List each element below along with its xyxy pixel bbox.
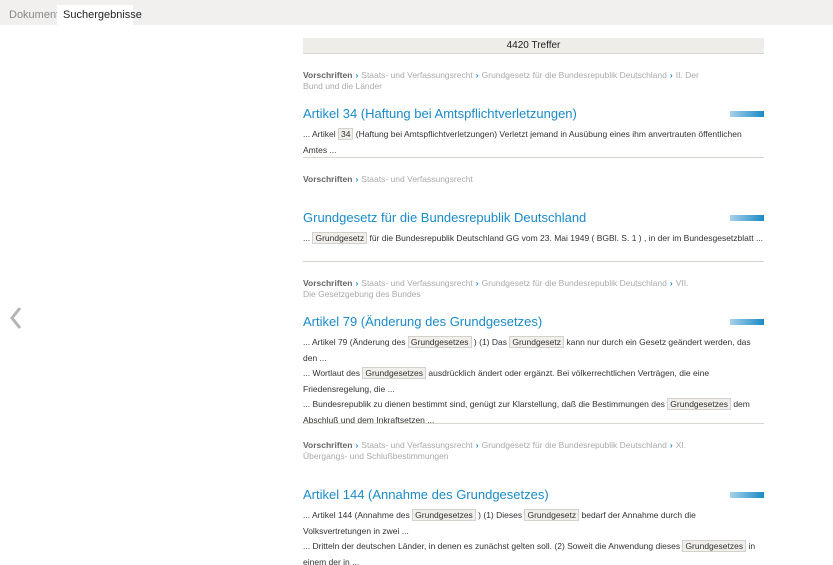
highlighted-term: Grundgesetz [312, 232, 368, 244]
snippet-text: (Haftung bei Amtspflichtverletzungen) Ve… [303, 129, 742, 155]
result-snippet: ... Artikel 79 (Änderung des Grundgesetz… [303, 335, 764, 428]
result-snippet: ... Grundgesetz für die Bundesrepublik D… [303, 231, 764, 247]
search-results: 4420 Treffer Vorschriften › Staats- und Ve… [303, 38, 764, 565]
breadcrumb-root[interactable]: Vorschriften [303, 70, 352, 80]
snippet-text: ... Wortlaut des [303, 368, 363, 378]
snippet-line: ... Artikel 34 (Haftung bei Amtspflichtv… [303, 127, 764, 158]
snippet-text: ... Artikel [303, 129, 338, 139]
result-title[interactable]: Grundgesetz für die Bundesrepublik Deuts… [303, 210, 586, 225]
breadcrumb-item[interactable]: Staats- und Verfassungsrecht [361, 174, 473, 184]
breadcrumb-item[interactable]: Staats- und Verfassungsrecht [361, 70, 473, 80]
relevance-bar [730, 319, 764, 325]
snippet-text: ... Artikel 79 (Änderung des [303, 337, 408, 347]
breadcrumb: Vorschriften › Staats- und Verfassungsrech… [303, 70, 699, 91]
result-snippet: ... Artikel 144 (Annahme des Grundgesetz… [303, 508, 764, 565]
highlighted-term: Grundgesetzes [407, 336, 472, 348]
snippet-line: ... Dritteln der deutschen Länder, in de… [303, 539, 764, 565]
snippet-line: ... Artikel 144 (Annahme des Grundgesetz… [303, 508, 764, 539]
breadcrumb-item[interactable]: Staats- und Verfassungsrecht [361, 440, 473, 450]
tab-bar: Dokument Suchergebnisse [0, 0, 833, 25]
snippet-line: ... Artikel 79 (Änderung des Grundgesetz… [303, 335, 764, 366]
divider [303, 157, 764, 158]
chevron-left-icon[interactable] [8, 304, 28, 332]
breadcrumb-root[interactable]: Vorschriften [303, 174, 352, 184]
snippet-text: ... Dritteln der deutschen Länder, in de… [303, 541, 683, 551]
tab-dokument[interactable]: Dokument [3, 5, 59, 25]
result-snippet: ... Artikel 34 (Haftung bei Amtspflichtv… [303, 127, 764, 158]
breadcrumb-root[interactable]: Vorschriften [303, 440, 352, 450]
highlighted-term: Grundgesetzes [667, 398, 731, 410]
breadcrumb-root[interactable]: Vorschriften [303, 278, 352, 288]
breadcrumb: Vorschriften › Staats- und Verfassungsrech… [303, 174, 473, 184]
breadcrumb-item[interactable]: Staats- und Verfassungsrecht [361, 278, 473, 288]
highlighted-term: Grundgesetz [509, 336, 565, 348]
highlighted-term: Grundgesetz [524, 509, 580, 521]
breadcrumb-item[interactable]: Grundgesetz für die Bundesrepublik Deuts… [482, 278, 667, 288]
snippet-line: ... Wortlaut des Grundgesetzes ausdrückl… [303, 366, 764, 397]
result-title[interactable]: Artikel 144 (Annahme des Grundgesetzes) [303, 487, 549, 502]
breadcrumb: Vorschriften › Staats- und Verfassungsrech… [303, 440, 687, 461]
hit-count: 4420 Treffer [303, 38, 764, 54]
highlighted-term: Grundgesetzes [412, 509, 476, 521]
relevance-bar [730, 492, 764, 498]
divider [303, 423, 764, 424]
snippet-text: ... Artikel 144 (Annahme des [303, 510, 413, 520]
highlighted-term: Grundgesetzes [682, 540, 747, 552]
relevance-bar [730, 111, 764, 117]
breadcrumb: Vorschriften › Staats- und Verfassungsrech… [303, 278, 689, 299]
snippet-text: ) (1) Das [471, 337, 510, 347]
breadcrumb-item[interactable]: Grundgesetz für die Bundesrepublik Deuts… [482, 70, 667, 80]
relevance-bar [730, 215, 764, 221]
result-title[interactable]: Artikel 79 (Änderung des Grundgesetzes) [303, 314, 542, 329]
highlighted-term: 34 [337, 128, 354, 140]
snippet-text: ) (1) Dieses [475, 510, 525, 520]
tab-suchergebnisse[interactable]: Suchergebnisse [57, 5, 142, 25]
snippet-text: ... Bundesrepublik zu dienen bestimmt si… [303, 399, 668, 409]
breadcrumb-item[interactable]: Grundgesetz für die Bundesrepublik Deuts… [482, 440, 667, 450]
highlighted-term: Grundgesetzes [362, 367, 427, 379]
snippet-text: für die Bundesrepublik Deutschland GG vo… [367, 233, 764, 243]
divider [303, 261, 764, 262]
result-title[interactable]: Artikel 34 (Haftung bei Amtspflichtverle… [303, 106, 577, 121]
snippet-line: ... Grundgesetz für die Bundesrepublik D… [303, 231, 764, 247]
